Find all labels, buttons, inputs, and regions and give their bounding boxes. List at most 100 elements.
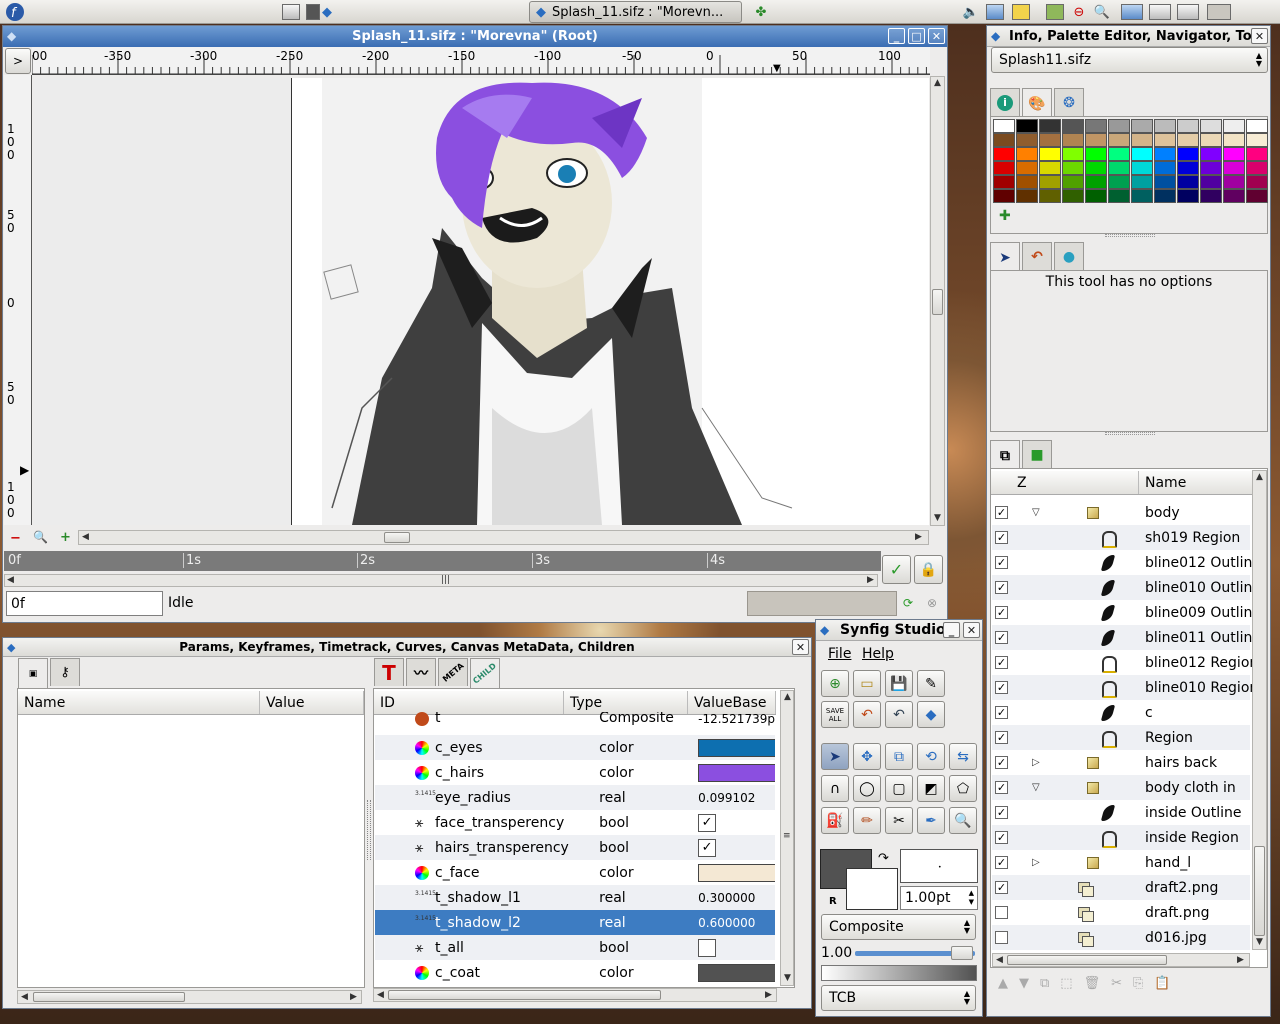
stop-render-icon[interactable]: ⊗: [927, 596, 937, 610]
palette-color-swatch[interactable]: [1016, 119, 1038, 133]
collapse-arrow-icon[interactable]: ▽: [1032, 507, 1040, 518]
layer-visibility-checkbox[interactable]: ✓: [995, 781, 1008, 794]
param-checkbox[interactable]: ✓: [698, 838, 717, 857]
children-vertical-scrollbar[interactable]: ▲ ≡ ▼: [780, 690, 794, 986]
swap-colors-icon[interactable]: ↷: [878, 851, 889, 866]
param-row[interactable]: c_eyes color: [375, 735, 775, 760]
palette-color-swatch[interactable]: [993, 175, 1015, 189]
expand-arrow-icon[interactable]: ▷: [1032, 857, 1040, 868]
palette-color-swatch[interactable]: [1154, 161, 1176, 175]
param-row[interactable]: 3.1415 t_shadow_l1 real 0.300000: [375, 885, 775, 910]
zoom-out-icon[interactable]: −: [10, 531, 21, 546]
param-value[interactable]: 0.600000: [693, 916, 775, 930]
layer-visibility-checkbox[interactable]: ✓: [995, 581, 1008, 594]
layer-row[interactable]: ✓ ▽ body cloth in: [992, 775, 1250, 800]
layer-row[interactable]: ✓ bline012 Outline: [992, 550, 1261, 575]
redo-button[interactable]: ↶: [885, 701, 913, 728]
expand-arrow-icon[interactable]: ▷: [1032, 757, 1040, 768]
param-row[interactable]: c_face color: [375, 860, 775, 885]
tab-sets[interactable]: ■: [1022, 440, 1052, 468]
param-row[interactable]: ⚹ face_transperency bool ✓: [375, 810, 775, 835]
layer-row[interactable]: ✓ sh019 Region: [992, 525, 1250, 550]
new-file-button[interactable]: ⊕: [821, 670, 849, 697]
canvas-vertical-scrollbar[interactable]: ▲ ▼: [930, 76, 945, 526]
palette-color-swatch[interactable]: [1016, 175, 1038, 189]
color-swatch[interactable]: [698, 863, 775, 882]
palette-color-swatch[interactable]: [1131, 147, 1153, 161]
scrollbar-thumb[interactable]: [384, 532, 410, 543]
scrollbar-thumb[interactable]: [1254, 846, 1265, 936]
palette-color-swatch[interactable]: [1016, 189, 1038, 203]
clover-icon[interactable]: ✤: [752, 2, 770, 22]
palette-color-swatch[interactable]: [1223, 147, 1245, 161]
layer-row[interactable]: ✓ draft2.png: [992, 875, 1250, 900]
param-row[interactable]: ⚹ hairs_transperency bool ✓: [375, 835, 775, 860]
time-scrollbar[interactable]: ◀ ||| ▶: [4, 574, 878, 587]
interpolation-select[interactable]: TCB ▲ ▼: [821, 985, 976, 1011]
palette-color-swatch[interactable]: [1016, 147, 1038, 161]
scrollbar-thumb[interactable]: [33, 992, 185, 1002]
taskbar-synfig-window[interactable]: ◆ Splash_11.sifz : "Morevn...: [529, 1, 742, 23]
palette-color-swatch[interactable]: [1177, 175, 1199, 189]
palette-color-swatch[interactable]: [1016, 161, 1038, 175]
zoom-in-icon[interactable]: +: [60, 530, 71, 545]
add-color-icon[interactable]: ✚: [999, 208, 1011, 224]
palette-color-swatch[interactable]: [1062, 133, 1084, 147]
default-gradient[interactable]: [821, 965, 977, 981]
eyedropper-tool-button[interactable]: ✒: [917, 807, 945, 834]
param-value[interactable]: ✓: [693, 838, 775, 857]
column-id[interactable]: ID: [374, 691, 564, 714]
transform-tool-button[interactable]: ➤: [821, 743, 849, 770]
param-row[interactable]: ⚹ t_all bool: [375, 935, 775, 960]
spin-arrows-icon[interactable]: ▲ ▼: [969, 889, 974, 907]
palette-color-swatch[interactable]: [1223, 189, 1245, 203]
param-row[interactable]: 3.1415 t_shadow_l2 real 0.600000: [375, 910, 775, 935]
encapsulate-layer-icon[interactable]: ⬚: [1060, 976, 1072, 991]
palette-color-swatch[interactable]: [1177, 133, 1199, 147]
tab-params[interactable]: ▣: [18, 658, 48, 688]
palette-color-swatch[interactable]: [1062, 119, 1084, 133]
layer-row[interactable]: draft.png: [992, 900, 1250, 925]
params-horizontal-scrollbar[interactable]: ◀ ▶: [17, 990, 362, 1004]
palette-color-swatch[interactable]: [1223, 175, 1245, 189]
rectangle-tool-button[interactable]: ▢: [885, 775, 913, 802]
palette-color-swatch[interactable]: [1039, 175, 1061, 189]
layer-row[interactable]: ✓ bline009 Outline: [992, 600, 1261, 625]
spline-tool-button[interactable]: ∩: [821, 775, 849, 802]
pane-splitter[interactable]: [1105, 234, 1155, 237]
palette-color-swatch[interactable]: [1062, 175, 1084, 189]
palette-color-swatch[interactable]: [1223, 133, 1245, 147]
palette-color-swatch[interactable]: [1154, 175, 1176, 189]
layer-row[interactable]: ✓ bline010 Region: [992, 675, 1258, 700]
palette-color-swatch[interactable]: [1039, 189, 1061, 203]
gradient-tool-button[interactable]: ◩: [917, 775, 945, 802]
column-z[interactable]: Z: [991, 471, 1139, 494]
fill-tool-button[interactable]: ⛽: [821, 807, 849, 834]
scrollbar-thumb[interactable]: [388, 990, 661, 1000]
palette-color-swatch[interactable]: [993, 119, 1015, 133]
close-button[interactable]: ✕: [963, 622, 980, 638]
layer-visibility-checkbox[interactable]: ✓: [995, 831, 1008, 844]
palette-color-swatch[interactable]: [1039, 147, 1061, 161]
layer-visibility-checkbox[interactable]: ✓: [995, 806, 1008, 819]
layer-row[interactable]: ✓ ▽ body: [992, 500, 1250, 525]
palette-color-swatch[interactable]: [1177, 161, 1199, 175]
cut-layer-icon[interactable]: ✂: [1111, 976, 1122, 991]
delete-layer-icon[interactable]: 🗑: [1084, 976, 1101, 991]
about-button[interactable]: ◆: [917, 701, 945, 728]
copy-layer-icon[interactable]: ⎘: [1133, 976, 1143, 991]
palette-color-swatch[interactable]: [993, 147, 1015, 161]
palette-color-swatch[interactable]: [1131, 175, 1153, 189]
palette-color-swatch[interactable]: [1039, 133, 1061, 147]
cutout-tool-button[interactable]: ✂: [885, 807, 913, 834]
layer-visibility-checkbox[interactable]: ✓: [995, 631, 1008, 644]
palette-color-swatch[interactable]: [1246, 161, 1268, 175]
color-swatch[interactable]: [698, 763, 775, 782]
notes-icon[interactable]: [1010, 2, 1032, 22]
palette-color-swatch[interactable]: [1177, 147, 1199, 161]
search-icon[interactable]: 🔍: [1092, 2, 1112, 22]
collapse-arrow-icon[interactable]: ▽: [1032, 782, 1040, 793]
bline-width-field[interactable]: 1.00pt ▲ ▼: [900, 886, 978, 910]
params-list[interactable]: Name Value: [17, 688, 365, 988]
layer-visibility-checkbox[interactable]: ✓: [995, 656, 1008, 669]
